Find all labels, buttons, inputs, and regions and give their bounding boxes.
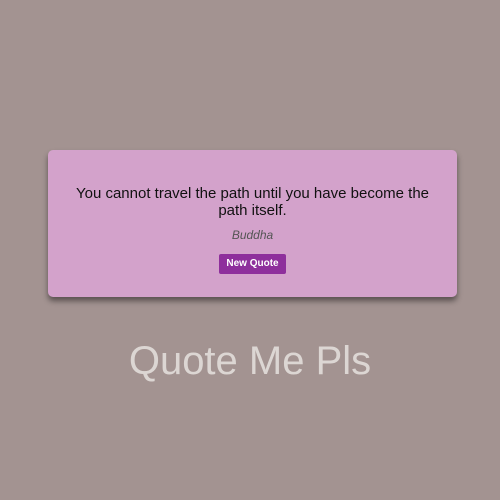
quote-card: You cannot travel the path until you hav… xyxy=(48,150,457,297)
quote-text: You cannot travel the path until you hav… xyxy=(75,185,430,219)
page-background: { "quote": { "text": "You cannot travel … xyxy=(0,0,500,500)
new-quote-button[interactable]: New Quote xyxy=(219,254,286,274)
quote-author: Buddha xyxy=(231,228,274,242)
app-title: Quote Me Pls xyxy=(128,339,372,383)
